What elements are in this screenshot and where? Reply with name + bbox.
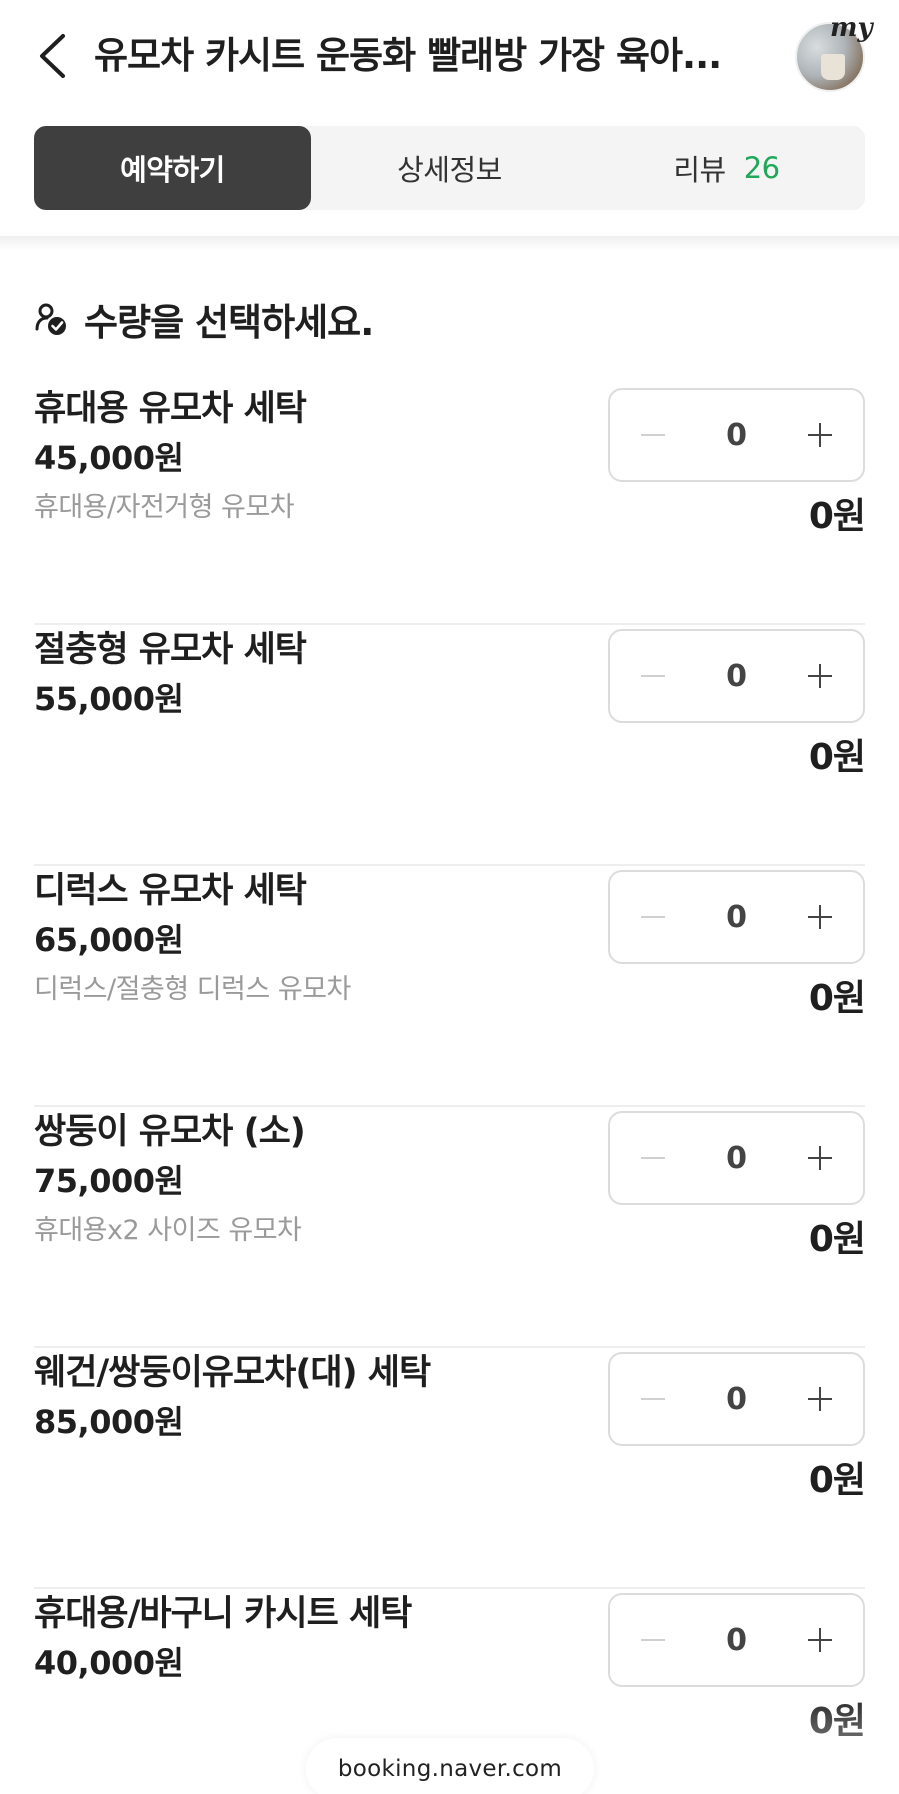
list-item: 절충형 유모차 세탁 55,000원 0 0원	[34, 625, 866, 866]
plus-icon	[808, 1387, 832, 1411]
decrease-button[interactable]	[610, 872, 696, 962]
quantity-stepper: 0	[608, 1352, 865, 1446]
avatar-photo	[821, 54, 845, 80]
quantity-value: 0	[726, 1381, 747, 1417]
increase-button[interactable]	[777, 1595, 863, 1685]
quantity-section-heading: 수량을 선택하세요.	[34, 292, 374, 346]
header-divider	[0, 236, 899, 250]
quantity-stepper: 0	[608, 388, 865, 482]
minus-icon	[641, 434, 665, 436]
decrease-button[interactable]	[610, 1354, 696, 1444]
minus-icon	[641, 1398, 665, 1400]
decrease-button[interactable]	[610, 390, 696, 480]
item-name: 쌍둥이 유모차 (소)	[34, 1112, 306, 1152]
plus-icon	[808, 905, 832, 929]
item-description: 휴대용/자전거형 유모차	[34, 492, 295, 523]
list-item: 웨건/쌍둥이유모차(대) 세탁 85,000원 0 0원	[34, 1348, 866, 1589]
item-total: 0원	[808, 978, 866, 1019]
item-description: 휴대용x2 사이즈 유모차	[34, 1215, 302, 1246]
item-total: 0원	[808, 1460, 866, 1501]
minus-icon	[641, 1157, 665, 1159]
top-header: 유모차 카시트 운동화 빨래방 가장 육아... my	[0, 0, 899, 110]
decrease-button[interactable]	[610, 631, 696, 721]
item-total: 0원	[808, 496, 866, 537]
tab-details[interactable]: 상세정보	[311, 126, 588, 210]
plus-icon	[808, 664, 832, 688]
plus-icon	[808, 1146, 832, 1170]
increase-button[interactable]	[777, 1113, 863, 1203]
item-total: 0원	[808, 1701, 866, 1742]
item-description: 디럭스/절충형 디럭스 유모차	[34, 974, 351, 1005]
item-price: 55,000원	[34, 680, 184, 718]
item-total: 0원	[808, 1219, 866, 1260]
chevron-left-icon	[40, 34, 65, 78]
quantity-value: 0	[726, 658, 747, 694]
item-total: 0원	[808, 737, 866, 778]
item-name: 휴대용 유모차 세탁	[34, 389, 307, 429]
item-name: 절충형 유모차 세탁	[34, 630, 307, 670]
quantity-value: 0	[726, 899, 747, 935]
browser-url-bar[interactable]: booking.naver.com	[306, 1738, 594, 1794]
tab-bar: 예약하기 상세정보 리뷰 26	[34, 126, 865, 210]
list-item: 휴대용 유모차 세탁 45,000원 휴대용/자전거형 유모차 0 0원	[34, 384, 866, 625]
quantity-stepper: 0	[608, 870, 865, 964]
tab-reviews-label: 리뷰	[673, 153, 726, 187]
plus-icon	[808, 423, 832, 447]
quantity-stepper: 0	[608, 1593, 865, 1687]
item-price: 45,000원	[34, 439, 184, 477]
item-price: 85,000원	[34, 1403, 184, 1441]
item-price: 40,000원	[34, 1644, 184, 1682]
item-name: 웨건/쌍둥이유모차(대) 세탁	[34, 1353, 431, 1393]
list-item: 쌍둥이 유모차 (소) 75,000원 휴대용x2 사이즈 유모차 0 0원	[34, 1107, 866, 1348]
my-badge[interactable]: my	[830, 14, 873, 42]
tab-booking[interactable]: 예약하기	[34, 126, 311, 210]
minus-icon	[641, 675, 665, 677]
decrease-button[interactable]	[610, 1113, 696, 1203]
booking-page: 유모차 카시트 운동화 빨래방 가장 육아... my 예약하기 상세정보 리뷰…	[0, 0, 899, 1794]
item-price: 65,000원	[34, 921, 184, 959]
decrease-button[interactable]	[610, 1595, 696, 1685]
increase-button[interactable]	[777, 631, 863, 721]
quantity-stepper: 0	[608, 629, 865, 723]
review-count: 26	[743, 151, 780, 185]
item-name: 휴대용/바구니 카시트 세탁	[34, 1594, 412, 1634]
quantity-stepper: 0	[608, 1111, 865, 1205]
minus-icon	[641, 916, 665, 918]
back-button[interactable]	[30, 28, 74, 84]
increase-button[interactable]	[777, 1354, 863, 1444]
list-item: 디럭스 유모차 세탁 65,000원 디럭스/절충형 디럭스 유모차 0 0원	[34, 866, 866, 1107]
section-title: 수량을 선택하세요.	[84, 301, 374, 344]
item-price: 75,000원	[34, 1162, 184, 1200]
tab-reviews[interactable]: 리뷰 26	[588, 126, 865, 210]
quantity-value: 0	[726, 1140, 747, 1176]
plus-icon	[808, 1628, 832, 1652]
quantity-value: 0	[726, 417, 747, 453]
minus-icon	[641, 1639, 665, 1641]
person-check-icon	[35, 303, 66, 335]
increase-button[interactable]	[777, 390, 863, 480]
page-title: 유모차 카시트 운동화 빨래방 가장 육아...	[94, 34, 722, 77]
quantity-value: 0	[726, 1622, 747, 1658]
item-name: 디럭스 유모차 세탁	[34, 871, 307, 911]
increase-button[interactable]	[777, 872, 863, 962]
